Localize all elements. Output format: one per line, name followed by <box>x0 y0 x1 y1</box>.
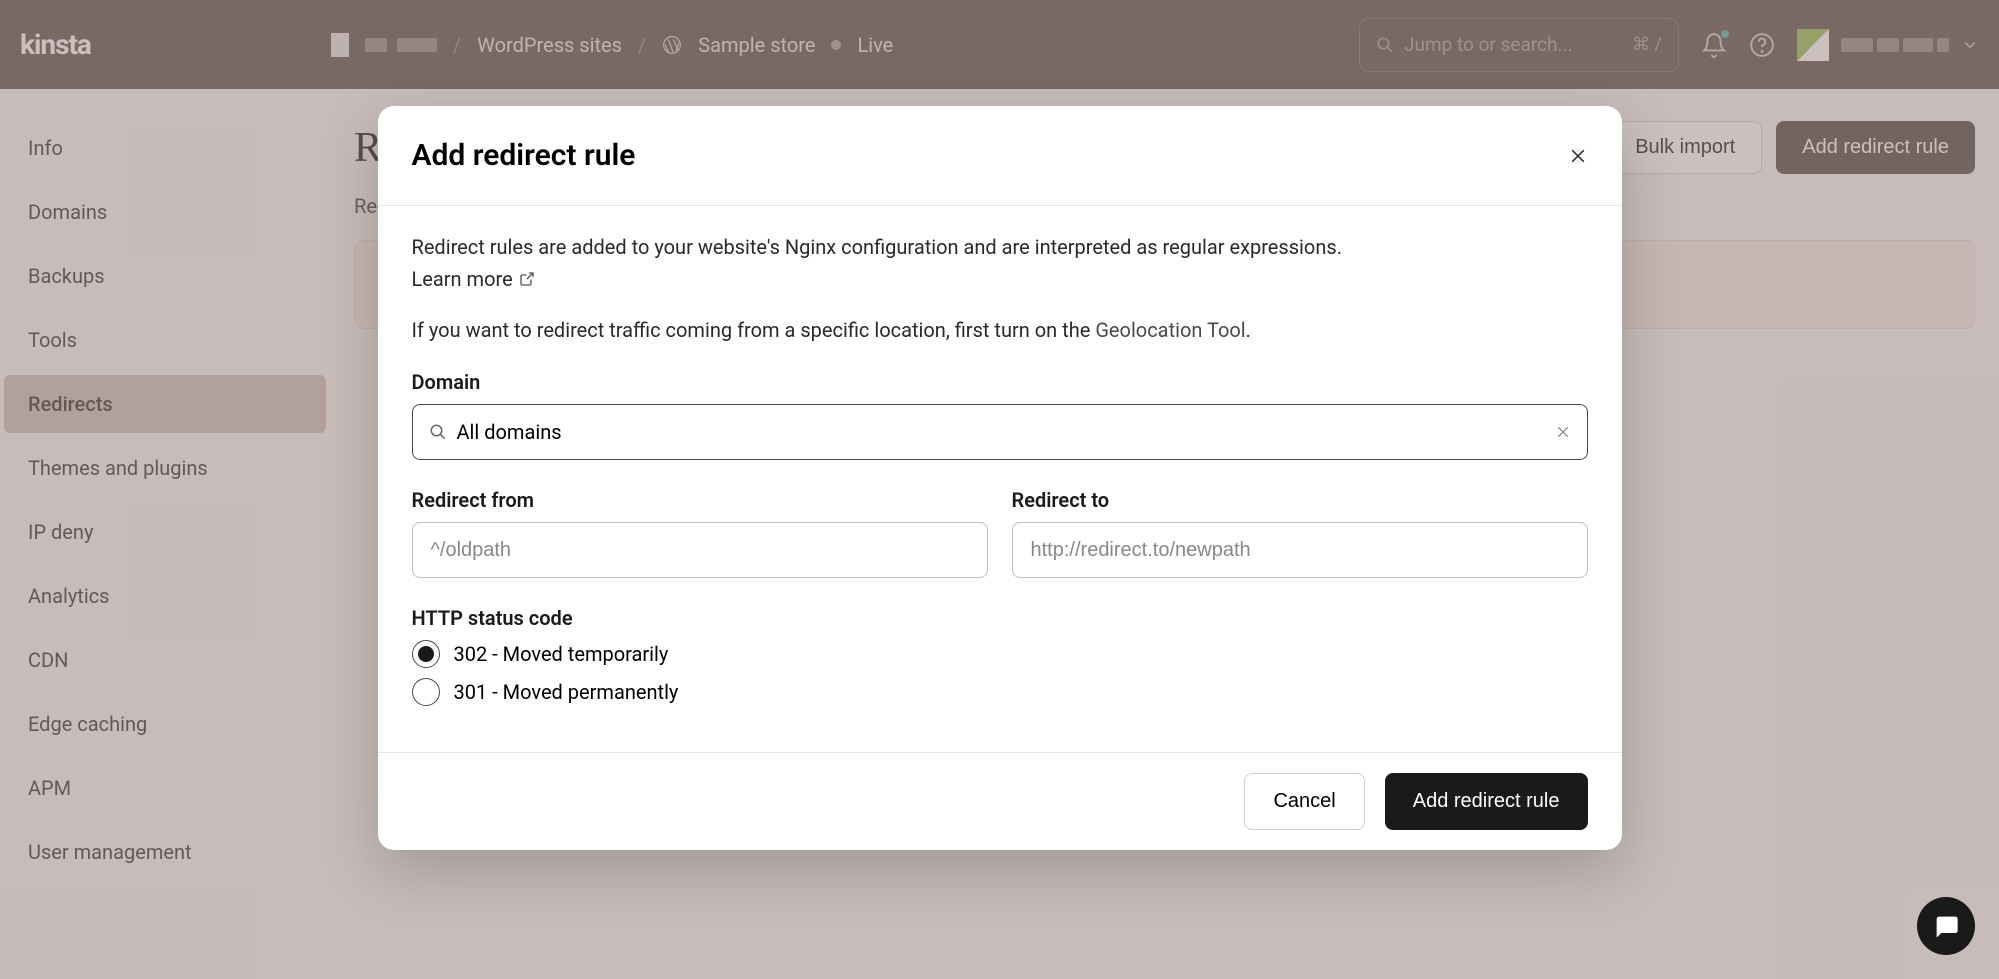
geolocation-tool-link[interactable]: Geolocation Tool <box>1095 318 1245 342</box>
redirect-from-group: Redirect from <box>412 488 988 578</box>
redirect-from-input[interactable] <box>412 522 988 578</box>
modal-header: Add redirect rule <box>378 106 1622 206</box>
geo-text-period: . <box>1246 318 1251 342</box>
submit-button[interactable]: Add redirect rule <box>1385 773 1588 830</box>
modal-body: Redirect rules are added to your website… <box>378 206 1622 752</box>
chat-icon <box>1932 912 1960 940</box>
external-link-icon <box>519 271 535 287</box>
geo-text-prefix: If you want to redirect traffic coming f… <box>412 318 1096 342</box>
modal-overlay: Add redirect rule Redirect rules are add… <box>0 0 1999 979</box>
domain-select[interactable]: All domains <box>412 404 1588 460</box>
domain-value: All domains <box>457 420 1555 444</box>
search-icon <box>429 423 447 441</box>
cancel-button[interactable]: Cancel <box>1244 773 1364 830</box>
clear-icon[interactable] <box>1555 424 1571 440</box>
modal-title: Add redirect rule <box>412 138 636 173</box>
http-status-label: HTTP status code <box>412 606 1588 630</box>
modal-footer: Cancel Add redirect rule <box>378 752 1622 850</box>
redirect-to-group: Redirect to <box>1012 488 1588 578</box>
radio-301-label: 301 - Moved permanently <box>454 680 679 704</box>
http-status-group: HTTP status code 302 - Moved temporarily… <box>412 606 1588 706</box>
radio-icon <box>412 640 440 668</box>
chat-bubble[interactable] <box>1917 897 1975 955</box>
info-text: Redirect rules are added to your website… <box>412 232 1588 262</box>
radio-icon <box>412 678 440 706</box>
geo-text: If you want to redirect traffic coming f… <box>412 318 1588 342</box>
redirect-from-label: Redirect from <box>412 488 988 512</box>
radio-302[interactable]: 302 - Moved temporarily <box>412 640 1588 668</box>
domain-label: Domain <box>412 370 1588 394</box>
add-redirect-modal: Add redirect rule Redirect rules are add… <box>378 106 1622 850</box>
redirect-to-label: Redirect to <box>1012 488 1588 512</box>
redirect-row: Redirect from Redirect to <box>412 488 1588 578</box>
learn-more-link[interactable]: Learn more <box>412 264 535 294</box>
redirect-to-input[interactable] <box>1012 522 1588 578</box>
close-icon[interactable] <box>1568 146 1588 166</box>
learn-more-label: Learn more <box>412 264 513 294</box>
domain-group: Domain All domains <box>412 370 1588 460</box>
radio-302-label: 302 - Moved temporarily <box>454 642 669 666</box>
radio-301[interactable]: 301 - Moved permanently <box>412 678 1588 706</box>
